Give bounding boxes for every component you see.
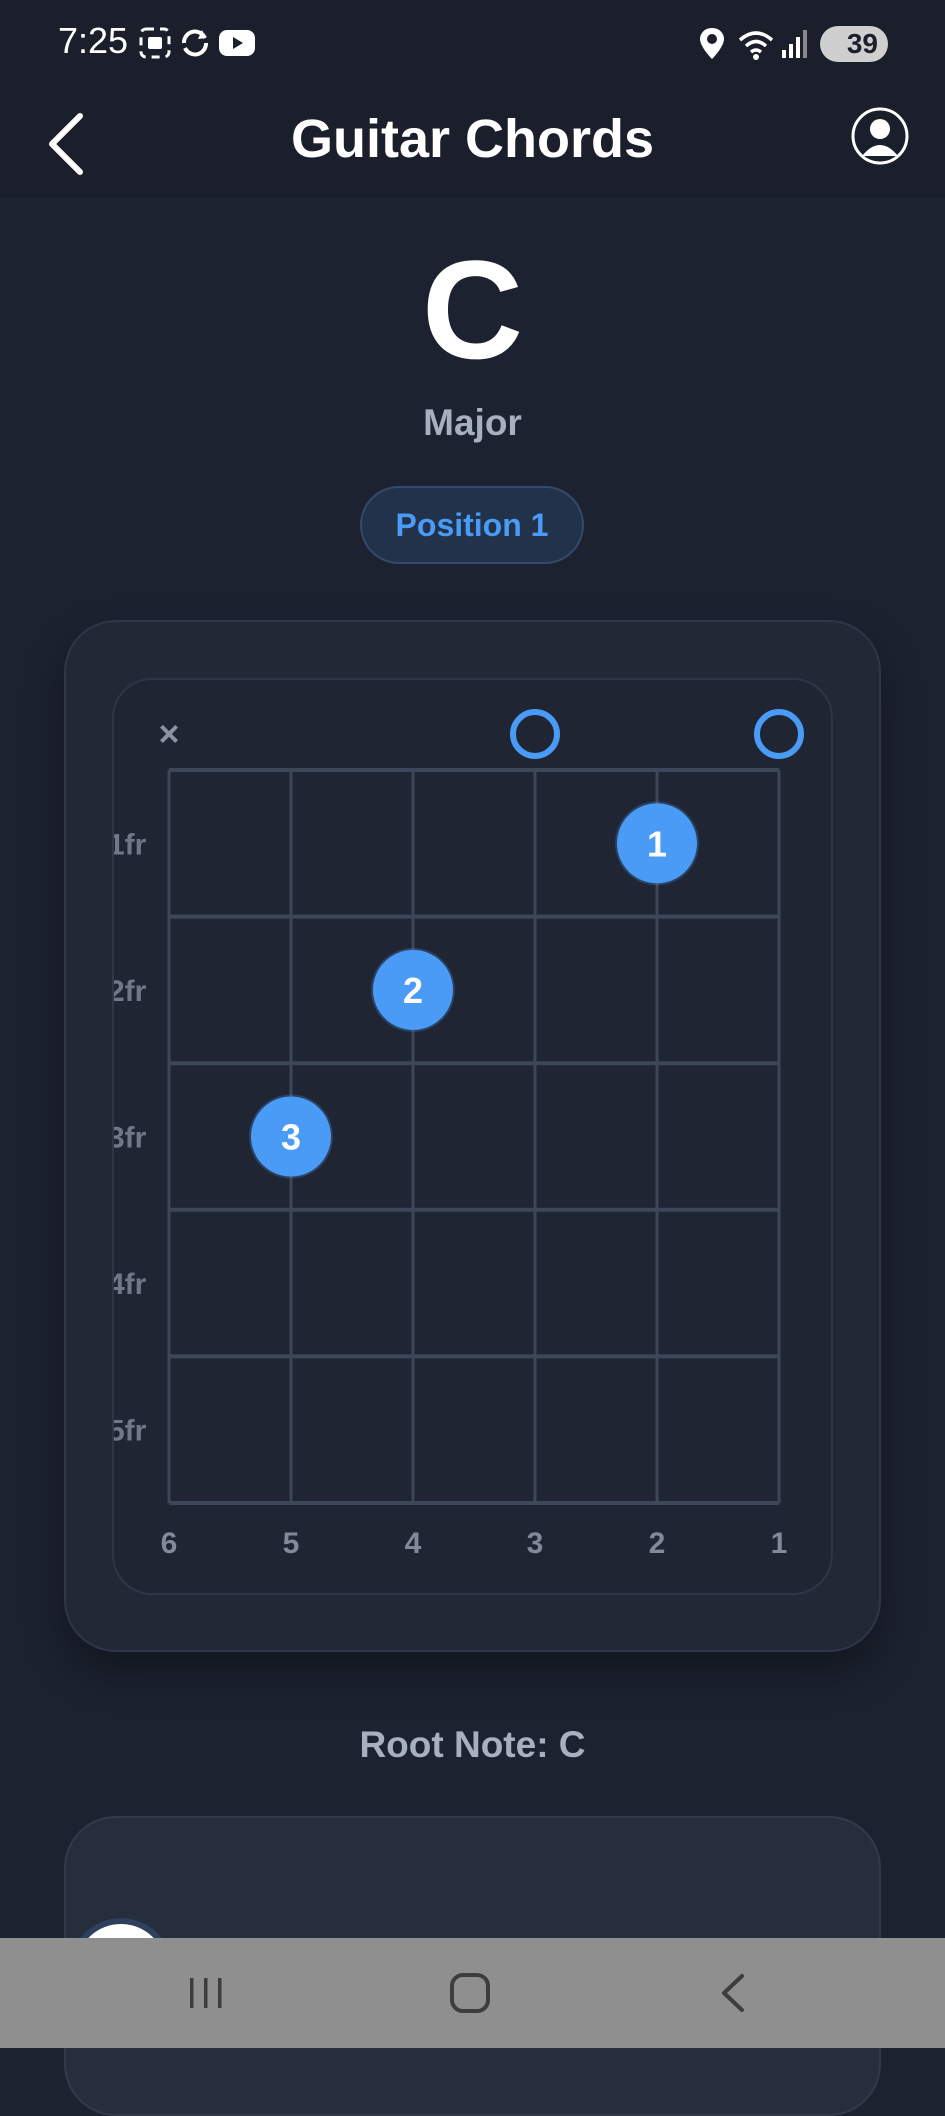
fret-label: 2fr — [114, 975, 147, 1008]
string-labels: 6 5 4 3 2 1 — [161, 1527, 788, 1560]
page-title: Guitar Chords — [290, 109, 655, 169]
finger-number: 1 — [647, 823, 667, 864]
open-string-marker — [754, 709, 804, 759]
recent-apps-button[interactable] — [176, 1968, 236, 2018]
status-bar: 7:25 39 — [0, 0, 945, 88]
string-label: 1 — [771, 1527, 788, 1560]
finger-dots: 1 2 3 — [249, 801, 699, 1179]
muted-string-marker: × — [158, 713, 179, 754]
youtube-icon — [219, 30, 255, 56]
chord-quality: Major — [423, 402, 522, 443]
fret-labels: 1fr 2fr 3fr 4fr 5fr — [114, 828, 147, 1447]
string-label: 4 — [405, 1527, 422, 1560]
finger-dot: 1 — [615, 801, 699, 886]
finger-dot: 3 — [249, 1094, 333, 1179]
finger-number: 2 — [403, 970, 423, 1011]
app-header: Guitar Chords — [0, 88, 945, 198]
system-nav-bar — [0, 1938, 945, 2048]
fret-label: 4fr — [114, 1268, 147, 1301]
screenshot-icon — [139, 27, 171, 59]
location-icon — [700, 28, 724, 59]
sync-icon — [182, 29, 208, 57]
open-string-marker — [510, 709, 560, 759]
finger-number: 3 — [281, 1117, 301, 1158]
chord-name: C — [421, 231, 524, 388]
fretboard: × 1fr 2fr 3fr 4fr 5fr 6 5 4 3 2 1 1 2 3 — [114, 709, 804, 1560]
wifi-icon — [738, 31, 774, 60]
fret-label: 1fr — [114, 828, 147, 861]
string-label: 3 — [527, 1527, 544, 1560]
profile-icon[interactable] — [850, 106, 910, 166]
battery-icon: 39 — [820, 26, 888, 62]
string-label: 2 — [649, 1527, 666, 1560]
fret-label: 3fr — [114, 1122, 147, 1155]
fret-label: 5fr — [114, 1415, 147, 1448]
string-label: 5 — [283, 1527, 300, 1560]
root-note: Root Note: C — [359, 1724, 586, 1765]
home-button[interactable] — [440, 1968, 500, 2018]
signal-icon — [782, 30, 807, 58]
status-time: 7:25 — [58, 20, 129, 61]
position-selector[interactable]: Position 1 — [360, 486, 584, 564]
system-back-button[interactable] — [704, 1968, 764, 2018]
string-label: 6 — [161, 1527, 178, 1560]
string-markers: × — [158, 709, 804, 759]
chord-diagram: × 1fr 2fr 3fr 4fr 5fr 6 5 4 3 2 1 1 2 3 — [112, 678, 833, 1595]
finger-dot: 2 — [371, 947, 455, 1032]
